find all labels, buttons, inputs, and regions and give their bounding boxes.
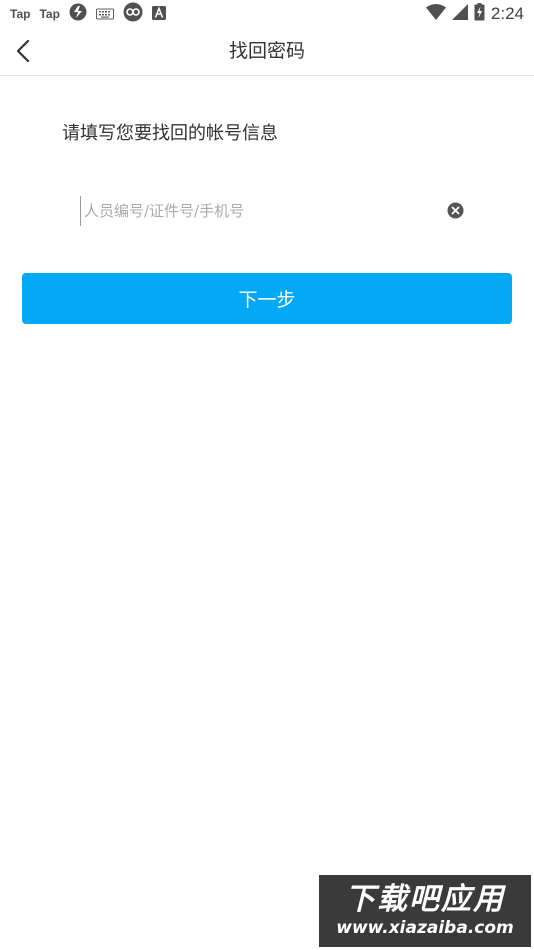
watermark-url: www.xiazaiba.com (336, 918, 514, 938)
watermark-logo: 下载吧应用 www.xiazaiba.com (319, 875, 531, 947)
wifi-icon (425, 4, 446, 24)
cellular-signal-icon (451, 4, 468, 24)
clear-circle-icon (447, 202, 464, 219)
notification-icons: Tap Tap (10, 2, 166, 26)
app-icon (151, 5, 166, 24)
back-button[interactable] (6, 34, 40, 68)
account-input[interactable] (80, 196, 440, 226)
status-bar: Tap Tap 2:24 (0, 0, 534, 28)
instruction-text: 请填写您要找回的帐号信息 (62, 123, 278, 144)
tap-app-icon: Tap (10, 7, 31, 21)
next-step-button[interactable]: 下一步 (22, 273, 512, 324)
app-bar: 找回密码 (0, 28, 534, 76)
app-icon (69, 3, 87, 25)
keyboard-icon (95, 5, 114, 24)
page-title: 找回密码 (228, 40, 305, 62)
chevron-left-icon (16, 39, 30, 63)
tap-app-icon: Tap (39, 7, 60, 21)
account-field (80, 196, 470, 226)
watermark-title: 下载吧应用 (345, 882, 505, 917)
system-status: 2:24 (425, 3, 524, 25)
battery-charging-icon (474, 3, 485, 25)
status-time: 2:24 (490, 4, 524, 23)
clear-input-button[interactable] (447, 202, 464, 219)
app-icon (123, 2, 143, 26)
